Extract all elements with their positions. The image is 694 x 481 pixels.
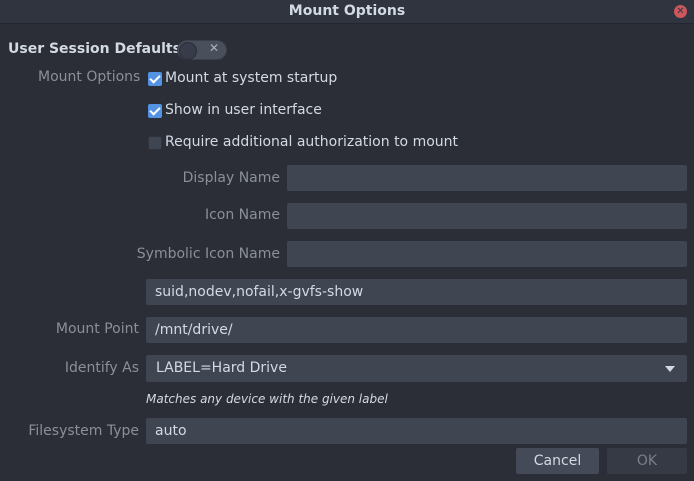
mount-options-label: Mount Options <box>38 69 141 85</box>
show-in-ui-checkbox[interactable] <box>148 104 162 118</box>
window-title: Mount Options <box>288 3 406 19</box>
require-authorization-label[interactable]: Require additional authorization to moun… <box>165 134 458 150</box>
symbolic-icon-name-field[interactable] <box>286 240 688 268</box>
switch-off-icon: ✕ <box>208 41 219 55</box>
identify-as-dropdown[interactable]: LABEL=Hard Drive <box>145 354 688 383</box>
require-authorization-checkbox[interactable] <box>148 136 162 150</box>
user-session-defaults-switch[interactable]: ✕ <box>177 40 227 60</box>
switch-knob <box>179 42 197 60</box>
cancel-button[interactable]: Cancel <box>515 447 600 475</box>
icon-name-label: Icon Name <box>204 207 280 223</box>
symbolic-icon-name-label: Symbolic Icon Name <box>136 246 280 262</box>
display-name-label: Display Name <box>182 170 280 186</box>
chevron-down-icon <box>665 366 675 372</box>
mount-options-field[interactable]: suid,nodev,nofail,x-gvfs-show <box>145 278 688 306</box>
filesystem-type-label: Filesystem Type <box>28 423 139 439</box>
close-icon: ✕ <box>676 5 685 17</box>
mount-point-label: Mount Point <box>55 321 139 337</box>
close-button[interactable]: ✕ <box>674 5 687 18</box>
identify-as-label: Identify As <box>64 360 139 376</box>
show-in-ui-label[interactable]: Show in user interface <box>165 102 322 118</box>
identify-as-value: LABEL=Hard Drive <box>156 360 287 376</box>
mount-point-field[interactable]: /mnt/drive/ <box>145 316 688 344</box>
ok-button[interactable]: OK <box>606 447 688 475</box>
titlebar: Mount Options ✕ <box>0 0 694 24</box>
filesystem-type-field[interactable]: auto <box>145 417 688 445</box>
user-session-defaults-label: User Session Defaults <box>8 41 181 57</box>
mount-at-startup-checkbox[interactable] <box>148 72 162 86</box>
icon-name-field[interactable] <box>286 202 688 230</box>
mount-at-startup-label[interactable]: Mount at system startup <box>165 70 337 86</box>
identify-as-hint: Matches any device with the given label <box>146 392 388 406</box>
display-name-field[interactable] <box>286 164 688 192</box>
mount-options-dialog: Mount Options ✕ User Session Defaults ✕ … <box>0 0 694 481</box>
